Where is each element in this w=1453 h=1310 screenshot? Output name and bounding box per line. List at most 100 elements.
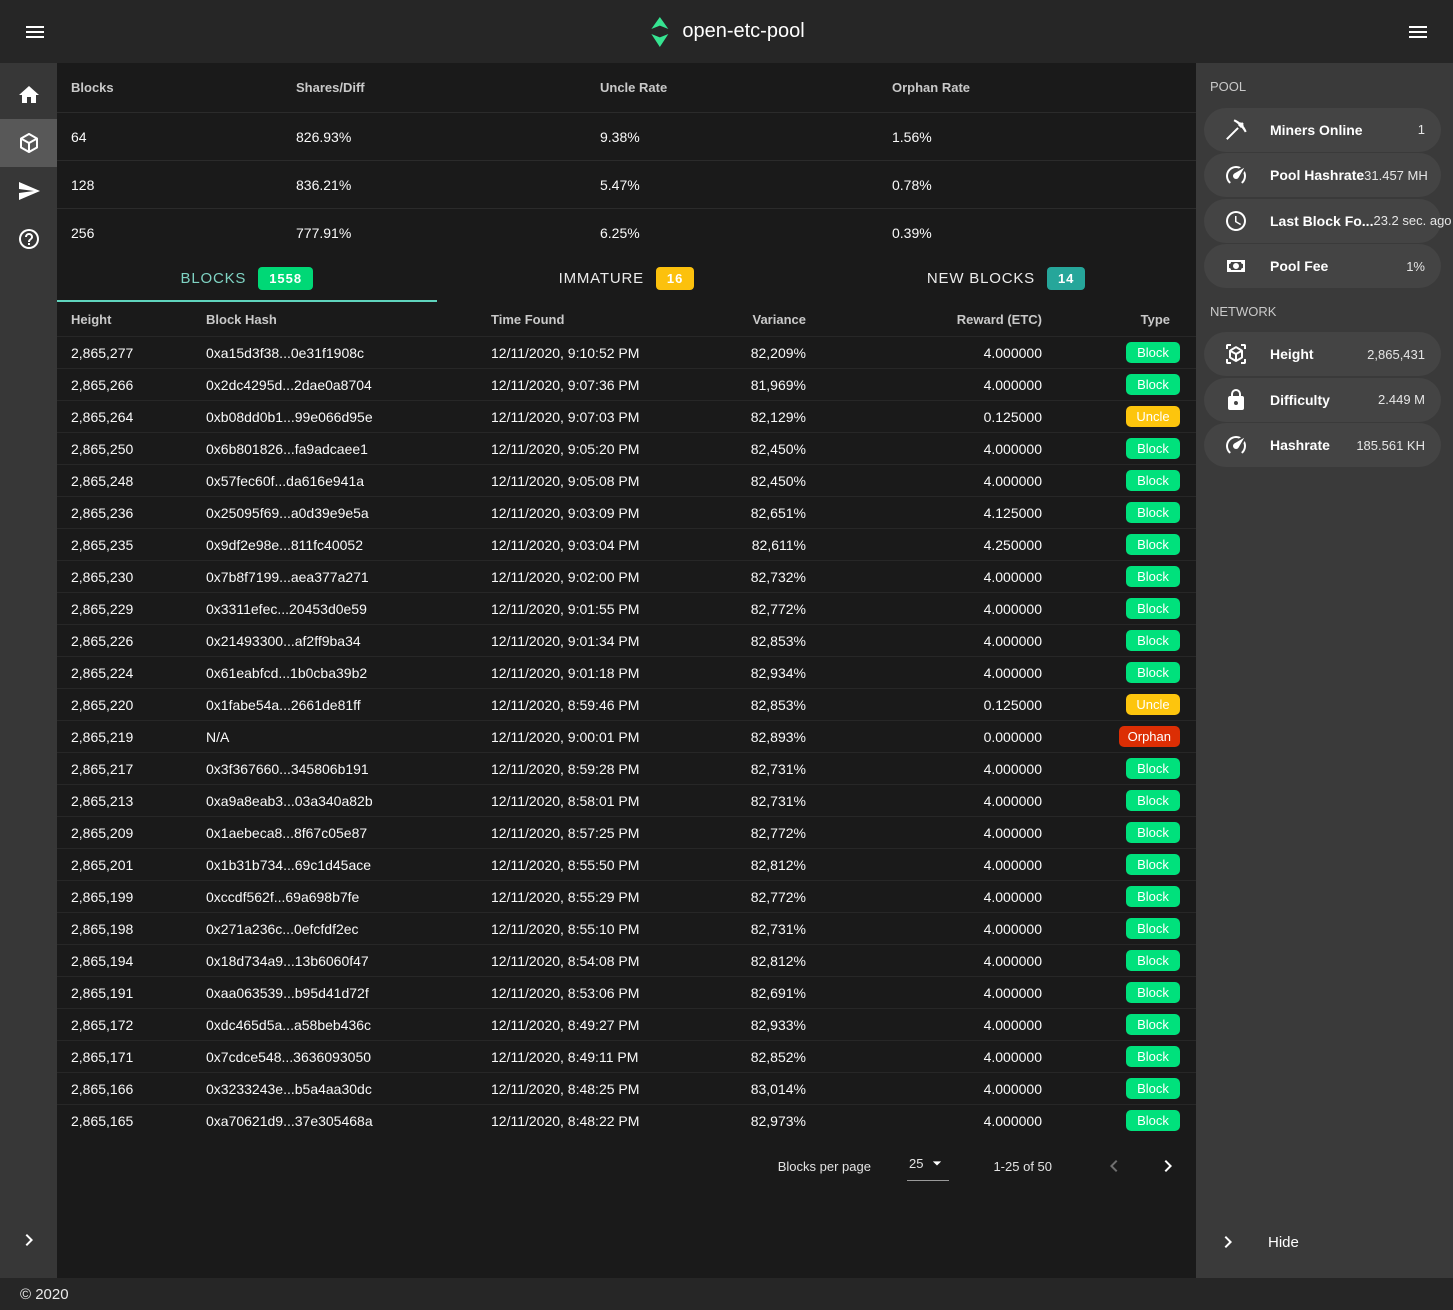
- cell-time: 12/11/2020, 9:02:00 PM: [491, 569, 721, 585]
- cell-time: 12/11/2020, 8:55:29 PM: [491, 889, 721, 905]
- cell-reward: 4.125000: [806, 505, 1042, 521]
- sidebar-item-home[interactable]: [0, 71, 57, 119]
- network-stat-hashrate: Hashrate185.561 KH: [1204, 423, 1441, 467]
- cell-variance: 82,934%: [721, 665, 806, 681]
- cell-reward: 4.000000: [806, 985, 1042, 1001]
- cell-hash: 0x1fabe54a...2661de81ff: [206, 697, 491, 713]
- menu-button-left[interactable]: [17, 14, 53, 50]
- stats-table-header: Blocks Shares/Diff Uncle Rate Orphan Rat…: [57, 63, 1196, 112]
- cell-variance: 82,209%: [721, 345, 806, 361]
- col-header-type: Type: [1042, 312, 1196, 327]
- cell-reward: 4.000000: [806, 1113, 1042, 1129]
- sidebar-item-blocks[interactable]: [0, 119, 57, 167]
- stats-cell-blocks: 256: [71, 225, 296, 241]
- stats-cell-uncle_rate: 6.25%: [600, 225, 892, 241]
- chevron-left-icon: [1102, 1154, 1126, 1178]
- pool-stat-value: 1: [1418, 122, 1425, 137]
- block-table-row: 2,865,1710x7cdce548...363609305012/11/20…: [57, 1040, 1196, 1072]
- type-badge-block: Block: [1126, 886, 1180, 907]
- cell-reward: 4.000000: [806, 953, 1042, 969]
- cell-type: Block: [1042, 1046, 1196, 1067]
- stats-row: 64826.93%9.38%1.56%: [57, 112, 1196, 160]
- type-badge-block: Block: [1126, 790, 1180, 811]
- chevron-right-icon: [1216, 1230, 1240, 1254]
- cell-type: Block: [1042, 566, 1196, 587]
- cell-reward: 4.000000: [806, 1081, 1042, 1097]
- stats-cell-blocks: 64: [71, 129, 296, 145]
- block-table-row: 2,865,1650xa70621d9...37e305468a12/11/20…: [57, 1104, 1196, 1136]
- tab-blocks[interactable]: BLOCKS1558: [57, 256, 437, 302]
- tab-new-blocks[interactable]: NEW BLOCKS14: [816, 256, 1196, 302]
- sidebar-item-help[interactable]: [0, 215, 57, 263]
- cell-variance: 82,852%: [721, 1049, 806, 1065]
- block-table-row: 2,865,2640xb08dd0b1...99e066d95e12/11/20…: [57, 400, 1196, 432]
- cell-type: Block: [1042, 630, 1196, 651]
- cell-time: 12/11/2020, 9:05:08 PM: [491, 473, 721, 489]
- etc-logo-icon: [648, 17, 670, 47]
- hide-sidebar-button[interactable]: Hide: [1196, 1220, 1453, 1264]
- block-table-row: 2,865,2480x57fec60f...da616e941a12/11/20…: [57, 464, 1196, 496]
- next-page-button[interactable]: [1154, 1152, 1182, 1180]
- menu-icon: [23, 20, 47, 44]
- cell-height: 2,865,250: [71, 441, 206, 457]
- cell-reward: 4.000000: [806, 345, 1042, 361]
- cell-reward: 4.250000: [806, 537, 1042, 553]
- tab-count-badge: 16: [656, 267, 694, 290]
- cell-variance: 82,853%: [721, 633, 806, 649]
- cell-variance: 82,772%: [721, 601, 806, 617]
- menu-button-right[interactable]: [1400, 14, 1436, 50]
- cell-hash: 0x7cdce548...3636093050: [206, 1049, 491, 1065]
- network-panel-title: NETWORK: [1196, 290, 1453, 331]
- tab-immature[interactable]: IMMATURE16: [437, 256, 817, 302]
- pool-stat-miners-online: Miners Online1: [1204, 108, 1441, 152]
- cell-height: 2,865,217: [71, 761, 206, 777]
- clock-icon: [1224, 209, 1248, 233]
- type-badge-block: Block: [1126, 982, 1180, 1003]
- type-badge-uncle: Uncle: [1126, 406, 1180, 427]
- cell-type: Block: [1042, 790, 1196, 811]
- cell-type: Block: [1042, 662, 1196, 683]
- block-table-row: 2,865,2090x1aebeca8...8f67c05e8712/11/20…: [57, 816, 1196, 848]
- type-badge-block: Block: [1126, 1046, 1180, 1067]
- previous-page-button[interactable]: [1100, 1152, 1128, 1180]
- pool-stat-label: Pool Hashrate: [1270, 167, 1364, 183]
- type-badge-block: Block: [1126, 534, 1180, 555]
- cell-hash: 0x18d734a9...13b6060f47: [206, 953, 491, 969]
- cell-hash: 0x7b8f7199...aea377a271: [206, 569, 491, 585]
- sidebar-item-payments[interactable]: [0, 167, 57, 215]
- tab-label: BLOCKS: [181, 270, 247, 287]
- cell-type: Block: [1042, 854, 1196, 875]
- cell-type: Block: [1042, 470, 1196, 491]
- cell-height: 2,865,166: [71, 1081, 206, 1097]
- cell-type: Orphan: [1042, 726, 1196, 747]
- cell-time: 12/11/2020, 9:03:09 PM: [491, 505, 721, 521]
- gauge-icon: [1224, 163, 1248, 187]
- cell-time: 12/11/2020, 8:48:25 PM: [491, 1081, 721, 1097]
- cell-height: 2,865,230: [71, 569, 206, 585]
- col-header-time-found: Time Found: [491, 312, 721, 327]
- cell-height: 2,865,248: [71, 473, 206, 489]
- page-size-select[interactable]: 25: [907, 1151, 949, 1181]
- stats-row: 256777.91%6.25%0.39%: [57, 208, 1196, 256]
- cell-height: 2,865,165: [71, 1113, 206, 1129]
- paper-plane-icon: [17, 179, 41, 203]
- cell-hash: 0xdc465d5a...a58beb436c: [206, 1017, 491, 1033]
- cell-variance: 83,014%: [721, 1081, 806, 1097]
- cell-hash: 0xa70621d9...37e305468a: [206, 1113, 491, 1129]
- cell-variance: 82,933%: [721, 1017, 806, 1033]
- sidebar-expand-button[interactable]: [0, 1218, 57, 1262]
- cell-type: Block: [1042, 982, 1196, 1003]
- cell-type: Block: [1042, 374, 1196, 395]
- cube-icon: [17, 131, 41, 155]
- type-badge-block: Block: [1126, 854, 1180, 875]
- cell-reward: 4.000000: [806, 633, 1042, 649]
- type-badge-block: Block: [1126, 566, 1180, 587]
- pool-stat-value: 31.457 MH: [1364, 168, 1428, 183]
- cell-time: 12/11/2020, 8:49:27 PM: [491, 1017, 721, 1033]
- cell-variance: 82,450%: [721, 473, 806, 489]
- tab-label: NEW BLOCKS: [927, 270, 1035, 287]
- block-table-row: 2,865,2130xa9a8eab3...03a340a82b12/11/20…: [57, 784, 1196, 816]
- block-table-row: 2,865,2200x1fabe54a...2661de81ff12/11/20…: [57, 688, 1196, 720]
- hide-label: Hide: [1268, 1234, 1299, 1251]
- cell-hash: 0x6b801826...fa9adcaee1: [206, 441, 491, 457]
